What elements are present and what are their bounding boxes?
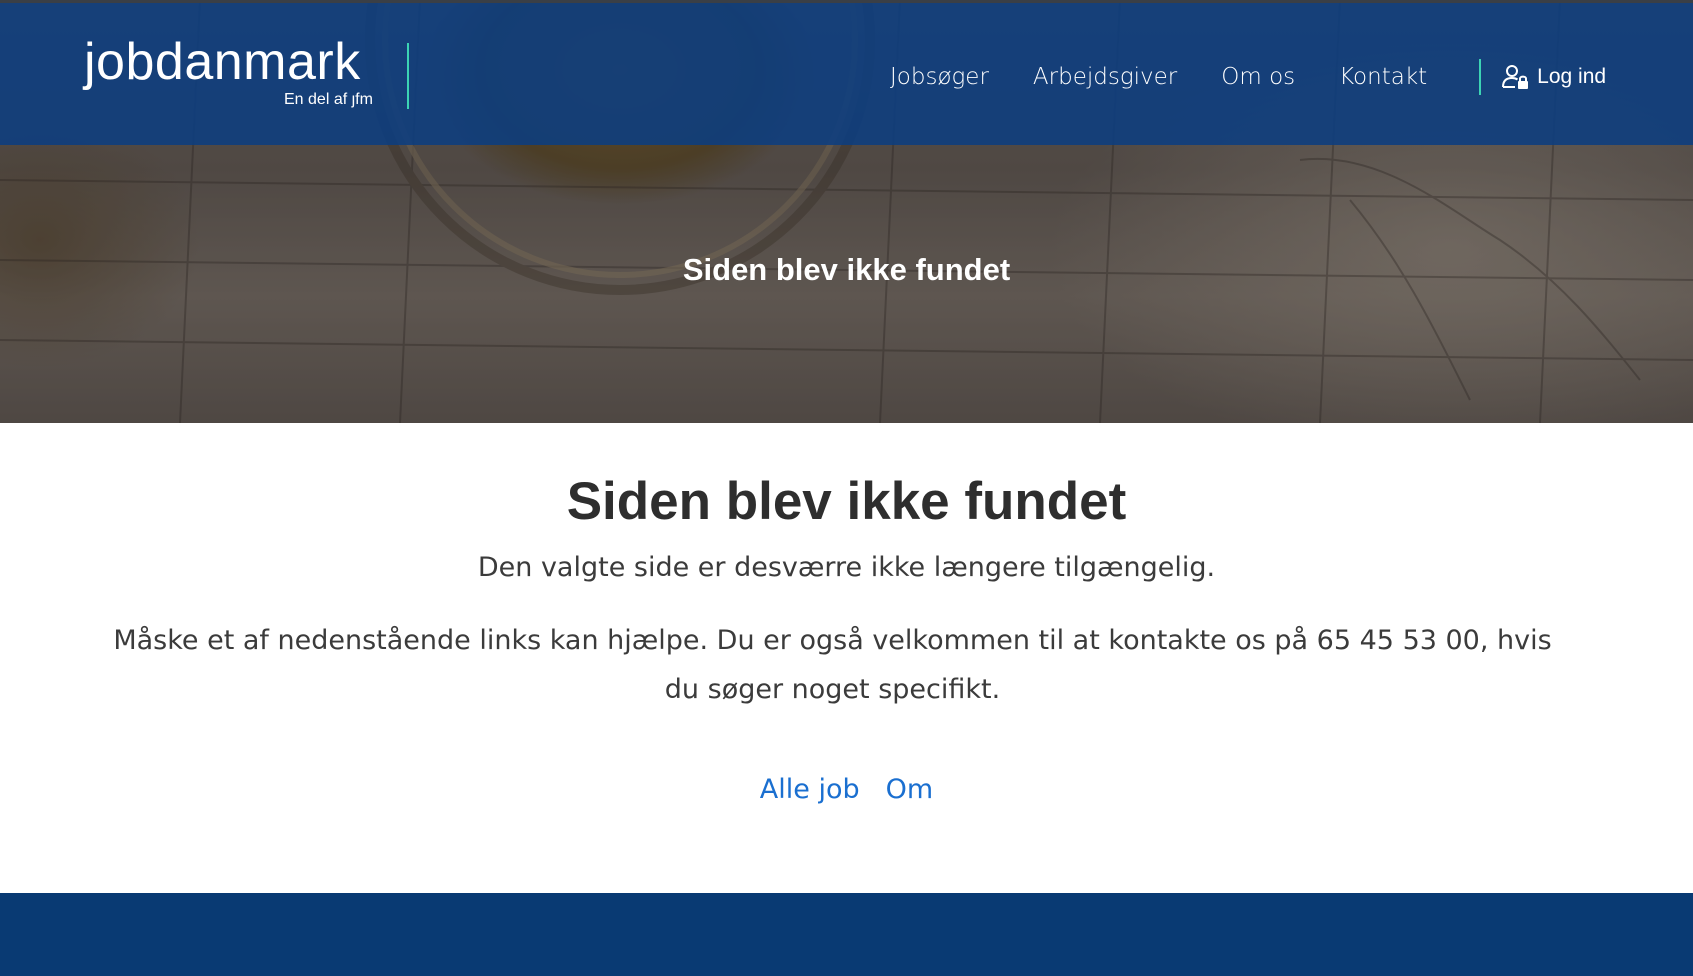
page-lead: Den valgte side er desværre ikke længere… [477, 552, 1216, 583]
logo-divider [407, 43, 409, 109]
login-label: Log ind [1537, 65, 1607, 88]
link-alle-job[interactable]: Alle job [760, 770, 860, 810]
page-description: Måske et af nedenstående links kan hjælp… [113, 625, 1552, 705]
page-title: Siden blev ikke fundet [566, 472, 1127, 531]
nav-item-arbejdsgiver[interactable]: Arbejdsgiver [1033, 60, 1177, 94]
hero-banner: jobdanmark En del af ȷfm Jobsøger Arbejd… [0, 0, 1693, 423]
site-footer [0, 893, 1693, 976]
site-header: jobdanmark En del af ȷfm Jobsøger Arbejd… [0, 0, 1693, 145]
main-content: Siden blev ikke fundet Den valgte side e… [0, 423, 1693, 893]
jobdanmark-logo[interactable]: jobdanmark En del af ȷfm [84, 33, 373, 108]
page: jobdanmark En del af ȷfm Jobsøger Arbejd… [0, 0, 1693, 976]
main-navigation: Jobsøger Arbejdsgiver Om os Kontakt Log … [890, 59, 1606, 95]
link-om[interactable]: Om [886, 770, 934, 810]
user-lock-icon [1501, 63, 1529, 91]
logo-tagline: En del af ȷfm [284, 91, 373, 108]
nav-item-om-os[interactable]: Om os [1221, 60, 1295, 94]
nav-divider [1479, 59, 1482, 95]
hero-title: Siden blev ikke fundet [682, 252, 1011, 287]
login-link[interactable]: Log ind [1501, 60, 1606, 94]
nav-item-kontakt[interactable]: Kontakt [1339, 60, 1427, 94]
nav-item-jobsoger[interactable]: Jobsøger [890, 60, 989, 94]
helpful-links: Alle job Om [0, 770, 1693, 810]
logo-wordmark: jobdanmark [84, 33, 361, 91]
